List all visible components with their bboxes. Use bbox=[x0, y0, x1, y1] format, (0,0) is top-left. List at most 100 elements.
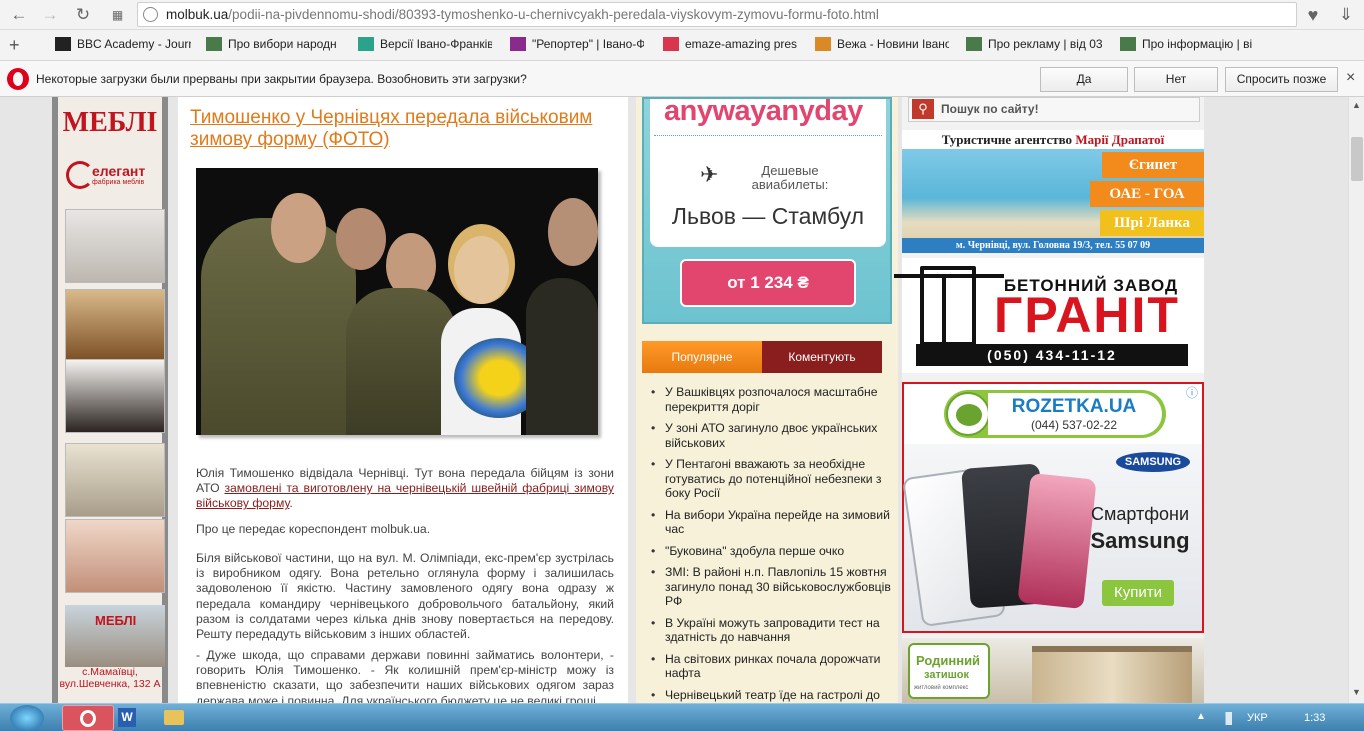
right-column: ⚲ Пошук по сайту! Туристичне агентство М… bbox=[894, 97, 1204, 703]
url-domain: molbuk.ua bbox=[166, 7, 229, 22]
ask-later-button[interactable]: Спросить позже bbox=[1225, 67, 1338, 92]
concrete-brand: ГРАНІТ bbox=[994, 287, 1180, 343]
furniture-photo-4 bbox=[65, 443, 165, 517]
news-list-item[interactable]: Чернівецький театр їде на гастролі до Ль… bbox=[636, 686, 892, 704]
shop-address: с.Мамаївці, вул.Шевченка, 132 А bbox=[59, 666, 161, 690]
news-tabs: Популярне Коментують bbox=[642, 341, 882, 373]
furniture-ad[interactable]: МЕБЛІ елегант фабрика меблів МЕБЛІ с.Мам… bbox=[52, 97, 168, 703]
bookmark-label: Версії Івано-Франків bbox=[380, 37, 492, 51]
travel-destination-2: ОАЕ - ГОА bbox=[1090, 181, 1204, 207]
bookmark-item[interactable]: "Репортер" | Івано-Ф bbox=[510, 37, 644, 55]
rozetka-ad[interactable]: ⓘ ROZETKA.UA (044) 537-02-22 SAMSUNG Сма… bbox=[901, 382, 1204, 633]
travel-address: м. Чернівці, вул. Головна 19/3, тел. 55 … bbox=[902, 238, 1204, 253]
news-list-item[interactable]: У зоні АТО загинуло двоє українських вій… bbox=[636, 419, 892, 455]
globe-icon bbox=[143, 7, 158, 22]
flight-ad-label: Дешевые авиабилеты: bbox=[751, 163, 829, 192]
popular-news-list: У Вашківцях розпочалося масштабне перекр… bbox=[636, 383, 892, 703]
middle-column: anywayanyday ✈ Дешевые авиабилеты: Львов… bbox=[636, 97, 898, 703]
no-button[interactable]: Нет bbox=[1134, 67, 1218, 92]
speed-dial-grid-icon[interactable]: ▦ bbox=[106, 4, 128, 26]
bookmark-item[interactable]: Про інформацію | ві bbox=[1120, 37, 1254, 55]
article-paragraph-2: Про це передає кореспондент molbuk.ua. bbox=[196, 522, 431, 536]
samsung-badge: SAMSUNG bbox=[1116, 452, 1190, 472]
news-list-item[interactable]: "Буковина" здобула перше очко bbox=[636, 542, 892, 564]
scroll-down-icon[interactable]: ▼ bbox=[1352, 687, 1361, 697]
reload-button[interactable]: ↻ bbox=[72, 4, 94, 26]
heart-icon[interactable]: ♥ bbox=[1302, 4, 1324, 26]
scroll-up-icon[interactable]: ▲ bbox=[1352, 100, 1361, 110]
bookmark-label: "Репортер" | Івано-Ф bbox=[532, 37, 644, 51]
flight-price-button[interactable]: от 1 234 ₴ bbox=[680, 259, 856, 307]
clock[interactable]: 1:33 bbox=[1304, 712, 1325, 724]
add-bookmark-icon[interactable]: + bbox=[9, 35, 20, 56]
bookmark-favicon-icon bbox=[358, 37, 374, 51]
rozetka-brand: ROZETKA.UA bbox=[1011, 396, 1137, 417]
crane-icon bbox=[894, 266, 1004, 346]
travel-destination-3: Шрі Ланка bbox=[1100, 210, 1204, 236]
news-list-item[interactable]: На вибори Україна перейде на зимовий час bbox=[636, 506, 892, 542]
bookmark-item[interactable]: Вежа - Новини Івано bbox=[815, 37, 949, 55]
building-image bbox=[1032, 646, 1192, 703]
concrete-plant-ad[interactable]: БЕТОННИЙ ЗАВОД ГРАНІТ (050) 434-11-12 bbox=[894, 258, 1204, 373]
adchoices-icon[interactable]: ⓘ bbox=[1186, 384, 1198, 401]
search-icon[interactable]: ⚲ bbox=[912, 99, 934, 119]
news-list-item[interactable]: В Україні можуть запровадити тест на зда… bbox=[636, 614, 892, 650]
bookmark-item[interactable]: Версії Івано-Франків bbox=[358, 37, 492, 55]
opera-icon bbox=[80, 710, 96, 727]
travel-agency-ad[interactable]: Туристичне агентство Марії Драпатої Єгип… bbox=[902, 130, 1204, 253]
bookmark-item[interactable]: Про вибори народн bbox=[206, 37, 346, 55]
flight-route: Львов — Стамбул bbox=[671, 203, 865, 229]
tray-arrow-icon[interactable]: ▲ bbox=[1196, 711, 1206, 722]
furniture-photo-3 bbox=[65, 359, 165, 433]
news-list-item[interactable]: У Вашківцях розпочалося масштабне перекр… bbox=[636, 383, 892, 419]
word-icon[interactable]: W bbox=[118, 708, 136, 727]
airplane-icon: ✈ bbox=[700, 162, 719, 187]
anywayanyday-logo: anywayanyday bbox=[664, 97, 863, 127]
bookmark-label: BBC Academy - Journ bbox=[77, 37, 191, 51]
article-title[interactable]: Тимошенко у Чернівцях передала військови… bbox=[190, 107, 620, 151]
page-scrollbar[interactable]: ▲ ▼ bbox=[1348, 97, 1364, 703]
furniture-photo-2 bbox=[65, 289, 165, 363]
shop-photo: МЕБЛІ bbox=[65, 605, 165, 667]
smartphones-line2: Samsung bbox=[1090, 528, 1190, 553]
rodynny-ad[interactable]: Родинний затишок житловий комплекс bbox=[902, 638, 1204, 703]
address-bar[interactable]: molbuk.ua/podii-na-pivdennomu-shodi/8039… bbox=[137, 2, 1297, 27]
bookmark-favicon-icon bbox=[663, 37, 679, 51]
download-icon[interactable]: ⇓ bbox=[1335, 4, 1357, 26]
back-button[interactable]: ← bbox=[8, 4, 30, 26]
smartphones-line1: Смартфони bbox=[1090, 504, 1190, 524]
bookmark-favicon-icon bbox=[206, 37, 222, 51]
bookmark-item[interactable]: Про рекламу | від 03 bbox=[966, 37, 1102, 55]
furniture-photo-5 bbox=[65, 519, 165, 593]
tab-popular[interactable]: Популярне bbox=[642, 341, 762, 373]
article-photo bbox=[196, 168, 598, 435]
buy-button[interactable]: Купити bbox=[1102, 580, 1174, 606]
bookmark-item[interactable]: BBC Academy - Journ bbox=[55, 37, 191, 55]
yes-button[interactable]: Да bbox=[1040, 67, 1128, 92]
bookmark-label: Про вибори народн bbox=[228, 37, 337, 51]
elegant-logo-icon bbox=[66, 161, 94, 189]
article-paragraph-1: Юлія Тимошенко відвідала Чернівці. Тут в… bbox=[196, 466, 614, 511]
site-search[interactable]: ⚲ Пошук по сайту! bbox=[908, 97, 1200, 122]
news-list-item[interactable]: На світових ринках почала дорожчати нафт… bbox=[636, 650, 892, 686]
news-list-item[interactable]: У Пентагоні вважають за необхідне готува… bbox=[636, 455, 892, 506]
forward-button[interactable]: → bbox=[39, 4, 61, 26]
flight-ad[interactable]: anywayanyday ✈ Дешевые авиабилеты: Львов… bbox=[642, 97, 892, 324]
explorer-icon[interactable] bbox=[164, 710, 184, 725]
web-page: МЕБЛІ елегант фабрика меблів МЕБЛІ с.Мам… bbox=[0, 97, 1348, 703]
taskbar-opera-button[interactable] bbox=[62, 705, 114, 731]
tab-comments[interactable]: Коментують bbox=[762, 341, 882, 373]
infobar-message: Некоторые загрузки были прерваны при зак… bbox=[36, 72, 527, 86]
close-infobar-button[interactable]: × bbox=[1346, 69, 1355, 87]
news-list-item[interactable]: ЗМІ: В районі н.п. Павлопіль 15 жовтня з… bbox=[636, 563, 892, 614]
article-link-uniform[interactable]: замовлені та виготовлену на чернівецькій… bbox=[196, 481, 614, 510]
scroll-thumb[interactable] bbox=[1351, 137, 1363, 181]
language-indicator[interactable]: УКР bbox=[1247, 712, 1268, 724]
bookmark-item[interactable]: emaze-amazing prese bbox=[663, 37, 797, 55]
start-button[interactable] bbox=[10, 705, 44, 731]
rozetka-banner: SAMSUNG Смартфони Samsung Купити bbox=[901, 444, 1202, 631]
article-paragraph-3: Біля військової частини, що на вул. М. О… bbox=[196, 551, 614, 642]
bookmarks-bar: + BBC Academy - Journ Про вибори народн Ве… bbox=[0, 30, 1364, 61]
furniture-ad-title: МЕБЛІ bbox=[62, 107, 158, 138]
opera-logo-icon bbox=[7, 68, 29, 90]
